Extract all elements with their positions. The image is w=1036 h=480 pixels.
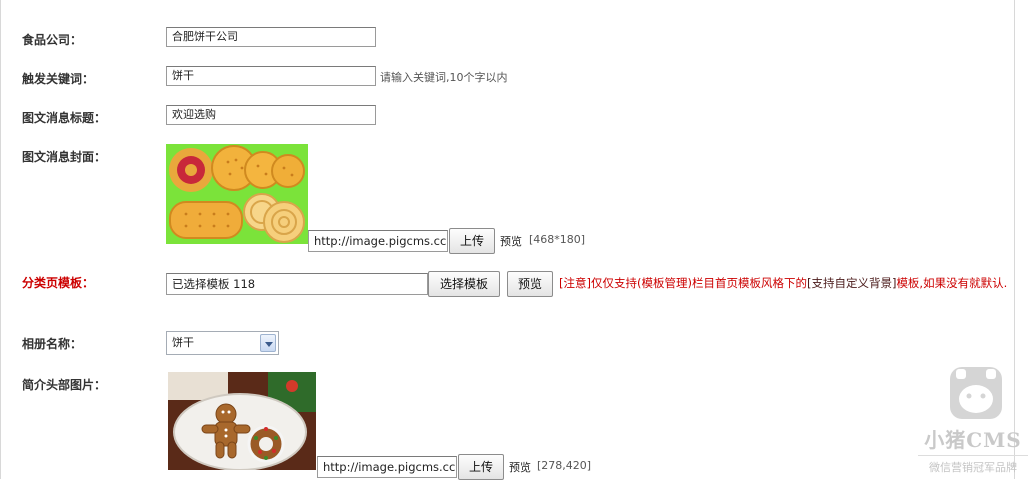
intro-preview-link[interactable]: 预览 xyxy=(509,459,531,475)
template-notice: [注意]仅仅支持(模板管理)栏目首页模板风格下的[支持自定义背景]模板,如果没有… xyxy=(166,273,1012,293)
news-title-label: 图文消息标题： xyxy=(22,111,107,125)
intro-upload-button[interactable]: 上传 xyxy=(458,454,504,480)
company-label: 食品公司： xyxy=(22,33,83,47)
keyword-hint: 请输入关键词,10个字以内 xyxy=(380,71,508,84)
cover-image xyxy=(166,144,308,244)
cover-url-input[interactable]: http://image.pigcms.cc xyxy=(308,230,448,252)
news-title-input[interactable]: 欢迎选购 xyxy=(166,105,376,125)
keyword-input[interactable]: 饼干 xyxy=(166,66,376,86)
cover-label: 图文消息封面： xyxy=(22,150,107,164)
watermark-divider xyxy=(918,455,1028,456)
keyword-label: 触发关键词： xyxy=(22,72,95,86)
watermark-brand: 小猪CMS xyxy=(924,428,1022,452)
cover-size-hint: [468*180] xyxy=(529,233,586,246)
template-notice-b: [支持自定义背景] xyxy=(806,276,897,290)
template-label: 分类页模板： xyxy=(22,276,95,290)
album-select[interactable]: 饼干 xyxy=(166,331,279,355)
album-label: 相册名称： xyxy=(22,337,83,351)
chevron-down-icon[interactable] xyxy=(260,334,276,352)
intro-size-hint: [278,420] xyxy=(537,459,592,472)
left-border xyxy=(0,0,1,479)
album-select-value: 饼干 xyxy=(172,336,194,349)
intro-image xyxy=(168,372,316,470)
intro-image-label: 简介头部图片： xyxy=(22,378,107,392)
pig-face-icon xyxy=(950,367,1002,419)
cover-preview-link[interactable]: 预览 xyxy=(500,233,522,249)
intro-url-input[interactable]: http://image.pigcms.cc xyxy=(317,456,457,478)
template-notice-a: [注意]仅仅支持(模板管理)栏目首页模板风格下的 xyxy=(559,276,807,290)
brand-watermark: 小猪CMS 微信营销冠军品牌 xyxy=(918,362,1028,479)
company-input[interactable]: 合肥饼干公司 xyxy=(166,27,376,47)
watermark-slogan: 微信营销冠军品牌 xyxy=(929,461,1017,474)
cover-upload-button[interactable]: 上传 xyxy=(449,228,495,254)
template-notice-c: 模板,如果没有就默认. xyxy=(896,276,1008,290)
